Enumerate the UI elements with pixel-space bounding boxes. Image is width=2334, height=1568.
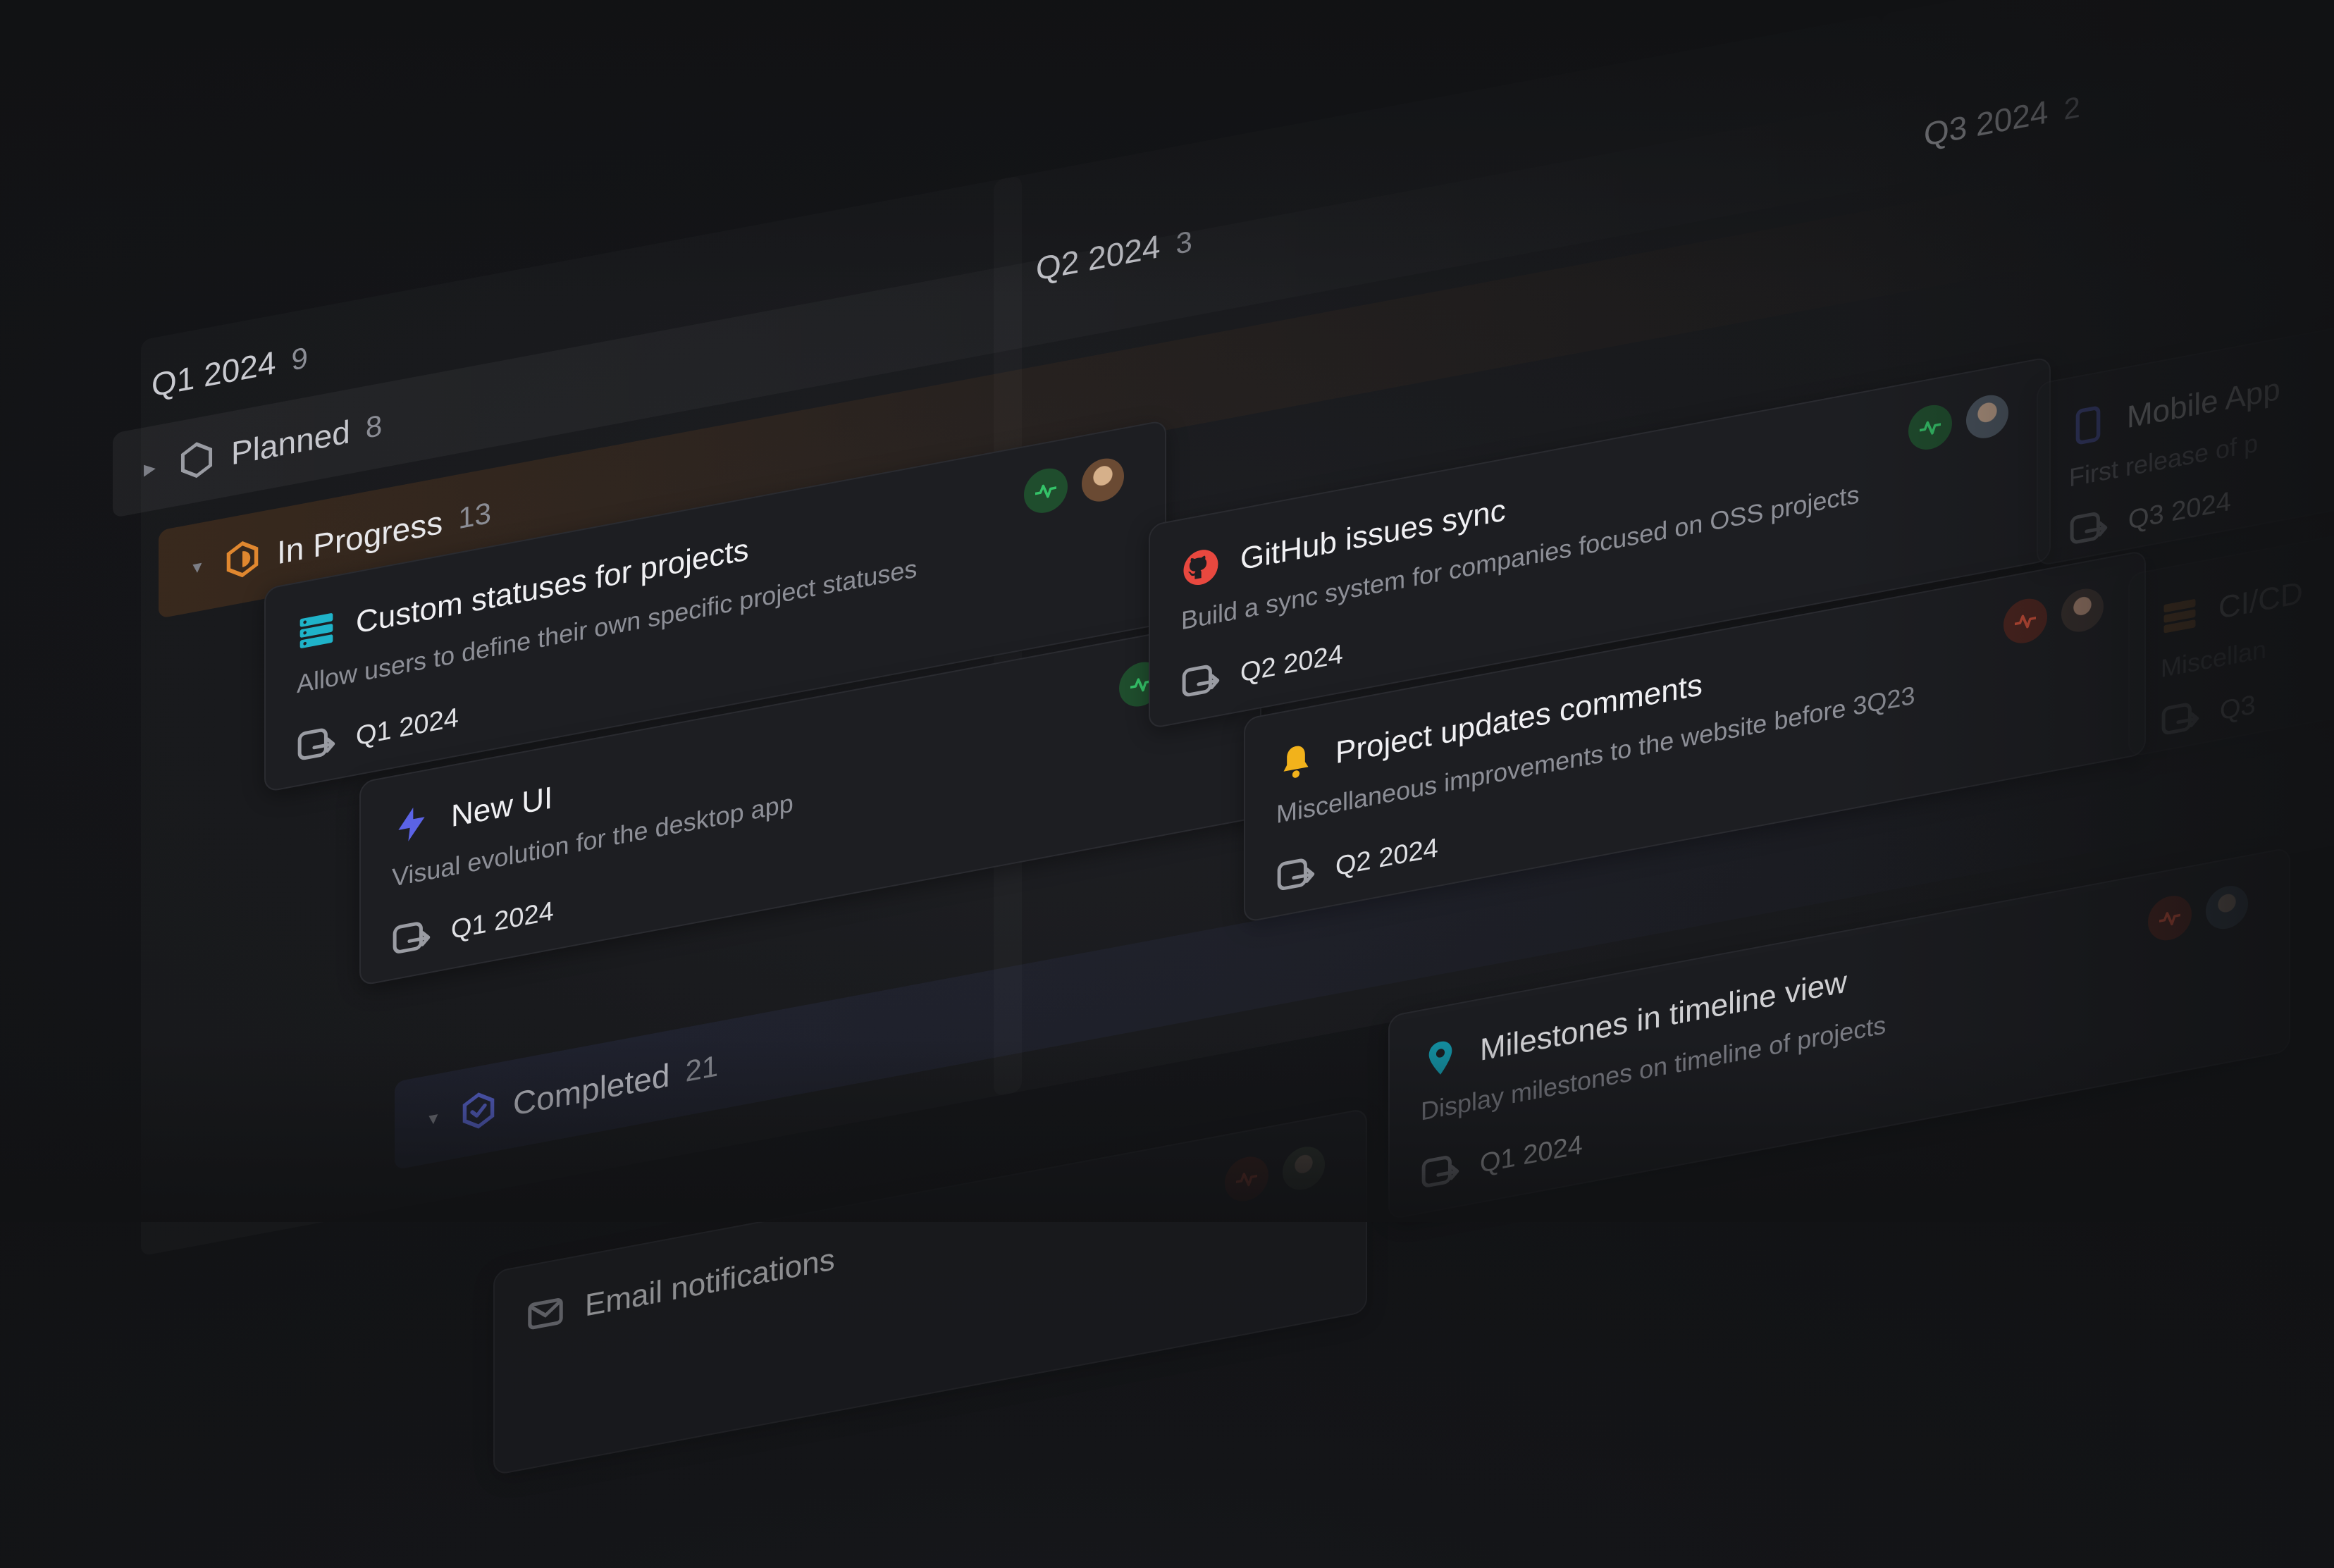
roadmap-board: Q1 2024 9 Q2 2024 3 Q3 2024 2 ▶ Planned … [0, 0, 2334, 1476]
avatar[interactable] [2206, 882, 2248, 933]
map-pin-icon [1428, 1041, 1452, 1075]
stack-icon [2163, 599, 2196, 634]
column-count: 9 [291, 340, 308, 377]
avatar[interactable] [1283, 1143, 1325, 1194]
target-date-icon [2070, 512, 2108, 544]
health-off-track-icon[interactable] [2003, 595, 2047, 647]
card-title-row: Email notifications [526, 1147, 1335, 1338]
stack-icon [300, 613, 333, 648]
planned-status-icon [180, 442, 213, 479]
target-date-label: Q1 2024 [1480, 1130, 1583, 1179]
card-title: Email notifications [585, 1242, 835, 1323]
card-title: New UI [451, 780, 553, 834]
health-on-track-icon[interactable] [1024, 464, 1068, 517]
mail-icon [528, 1298, 563, 1330]
card-badges [2148, 882, 2248, 944]
group-count: 21 [685, 1048, 719, 1088]
target-date-icon [2161, 703, 2199, 735]
card-badges [1908, 391, 2008, 454]
caret-down-icon[interactable]: ▼ [426, 1108, 444, 1130]
avatar[interactable] [2061, 585, 2104, 636]
card-badges [2003, 584, 2104, 647]
card-badges [1225, 1142, 1325, 1205]
caret-down-icon[interactable]: ▼ [190, 556, 208, 578]
column-count: 2 [2063, 89, 2080, 126]
target-date-icon [393, 922, 431, 953]
health-off-track-icon[interactable] [2148, 891, 2192, 944]
group-count: 8 [365, 408, 383, 445]
group-label: Planned [231, 413, 350, 472]
card-title: CI/CD [2218, 575, 2303, 626]
completed-status-icon [462, 1092, 495, 1129]
group-count: 13 [458, 495, 491, 535]
target-date-label: Q2 2024 [1240, 638, 1343, 689]
caret-right-icon[interactable]: ▶ [144, 457, 162, 479]
bell-icon [1283, 746, 1309, 778]
target-date-label: Q3 2024 [2128, 486, 2231, 536]
target-date-icon [1182, 665, 1220, 697]
target-date-icon [297, 728, 335, 760]
target-date-label: Q1 2024 [356, 702, 459, 751]
group-label: Completed [513, 1056, 670, 1123]
target-date-icon [1421, 1156, 1459, 1187]
target-date-label: Q1 2024 [451, 896, 554, 945]
target-date-label: Q3 [2220, 689, 2256, 726]
github-icon [1183, 550, 1218, 586]
card-badges [1024, 455, 1124, 517]
lightning-icon [398, 807, 425, 841]
health-off-track-icon[interactable] [1225, 1153, 1268, 1205]
in-progress-status-icon [226, 541, 259, 577]
health-on-track-icon[interactable] [1908, 401, 1952, 454]
avatar[interactable] [1082, 455, 1124, 505]
target-date-icon [1277, 858, 1315, 890]
avatar[interactable] [1966, 391, 2008, 442]
phone-icon [2075, 406, 2101, 445]
target-date-label: Q2 2024 [1335, 832, 1438, 882]
card-title: Mobile App [2127, 371, 2280, 436]
